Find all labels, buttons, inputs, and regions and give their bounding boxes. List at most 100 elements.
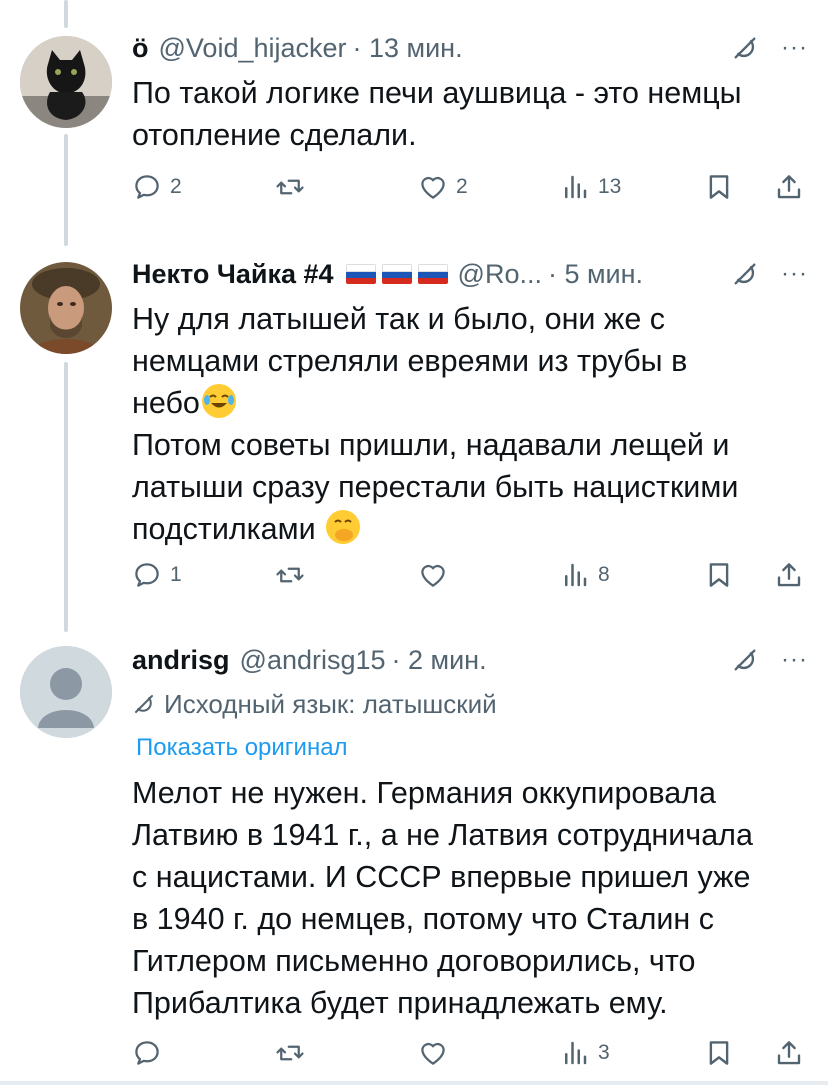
handle[interactable]: @Ro... [458,259,542,290]
tweet-header: Некто Чайка #4 @Ro... · 5 мин. ··· [132,256,808,292]
retweet-icon [275,1038,305,1068]
more-icon[interactable]: ··· [781,260,808,288]
translate-icon [132,692,156,716]
bookmark-icon [704,560,734,590]
tweet-text-line: латыши сразу перестали быть нацисткими [132,470,739,504]
grok-icon[interactable] [731,260,759,288]
face-with-tears-of-joy-icon [201,384,236,418]
thread-line-top [64,0,68,28]
share-icon [774,1038,804,1068]
display-name[interactable]: Некто Чайка #4 [132,259,334,290]
action-bar: 2 2 13 [132,172,808,206]
views-icon [560,1038,590,1068]
share-icon [774,560,804,590]
tweet[interactable]: ö @Void_hijacker · 13 мин. ··· По такой … [0,30,828,230]
avatar[interactable] [20,262,112,354]
view-count: 8 [598,563,610,586]
reply-icon [132,560,162,590]
translation-note-text: Исходный язык: латышский [164,688,497,719]
tweet-text-line: немцами стреляли евреями из трубы в [132,344,688,378]
tweet[interactable]: Некто Чайка #4 @Ro... · 5 мин. ··· Ну дл… [0,256,828,616]
tweet-text: Ну для латышей так и было, они же с немц… [132,298,808,550]
tweet-text-line: Прибалтика будет принадлежать ему. [132,986,668,1020]
more-icon[interactable]: ··· [781,34,808,62]
bookmark-button[interactable] [704,560,734,590]
more-icon[interactable]: ··· [781,646,808,674]
bottom-divider [0,1081,828,1085]
face-with-hand-over-mouth-icon [326,510,361,544]
russia-flag-icon [381,264,412,284]
like-button[interactable] [418,1038,456,1068]
avatar[interactable] [20,646,112,738]
handle[interactable]: @Void_hijacker [159,33,347,64]
reply-count: 2 [170,175,182,198]
display-name[interactable]: ö [132,33,149,64]
tweet-text-line: По такой логике печи аушвица - это немцы [132,76,742,110]
tweet-text-line: в 1940 г. до немцев, потому что Сталин с [132,902,715,936]
bookmark-icon [704,172,734,202]
like-icon [418,172,448,202]
share-button[interactable] [774,1038,804,1068]
tweet-text: По такой логике печи аушвица - это немцы… [132,72,808,156]
tweet-text-line: Латвию в 1941 г., а не Латвия сотруднича… [132,818,753,852]
grok-icon[interactable] [731,34,759,62]
tweet[interactable]: andrisg @andrisg15 · 2 мин. ··· Исходный… [0,642,828,1085]
grok-icon[interactable] [731,646,759,674]
cat-avatar-image [20,36,112,128]
bookmark-button[interactable] [704,172,734,202]
tweet-text-line: подстилками [132,512,316,546]
tweet-text: Мелот не нужен. Германия оккупировала Ла… [132,772,808,1024]
reply-button[interactable] [132,1038,170,1068]
share-icon [774,172,804,202]
like-icon [418,1038,448,1068]
like-icon [418,560,448,590]
tweet-text-line: Мелот не нужен. Германия оккупировала [132,776,716,810]
avatar[interactable] [20,36,112,128]
display-name[interactable]: andrisg [132,645,230,676]
views-icon [560,172,590,202]
tweet-text-line: Гитлером письменно договорились, что [132,944,696,978]
like-button[interactable] [418,560,456,590]
default-avatar-icon [20,646,112,738]
reply-button[interactable]: 1 [132,560,182,590]
like-button[interactable]: 2 [418,172,468,202]
share-button[interactable] [774,560,804,590]
portrait-avatar-image [20,262,112,354]
action-bar: 1 8 [132,560,808,594]
view-count: 13 [598,175,622,198]
retweet-button[interactable] [275,1038,313,1068]
tweet-text-line: отопление сделали. [132,118,417,152]
timestamp[interactable]: · 2 мин. [392,645,487,676]
views-button[interactable]: 8 [560,560,610,590]
tweet-text-line: Ну для латышей так и было, они же с [132,302,666,336]
russia-flag-icon [417,264,448,284]
timestamp[interactable]: · 13 мин. [353,33,463,64]
reply-icon [132,172,162,202]
bookmark-icon [704,1038,734,1068]
tweet-text-line: Потом советы пришли, надавали лещей и [132,428,730,462]
retweet-button[interactable] [275,172,313,202]
tweet-header: andrisg @andrisg15 · 2 мин. ··· [132,642,808,678]
views-button[interactable]: 13 [560,172,621,202]
timestamp[interactable]: · 5 мин. [548,259,643,290]
views-button[interactable]: 3 [560,1038,610,1068]
reply-count: 1 [170,563,182,586]
share-button[interactable] [774,172,804,202]
tweet-header: ö @Void_hijacker · 13 мин. ··· [132,30,808,66]
reply-icon [132,1038,162,1068]
retweet-icon [275,560,305,590]
flag-emojis [345,264,448,284]
show-original-link[interactable]: Показать оригинал [132,730,808,766]
like-count: 2 [456,175,468,198]
reply-button[interactable]: 2 [132,172,182,202]
action-bar: 3 [132,1038,808,1072]
tweet-text-line: небо [132,386,200,420]
translation-note: Исходный язык: латышский [132,684,808,724]
bookmark-button[interactable] [704,1038,734,1068]
handle[interactable]: @andrisg15 [240,645,386,676]
retweet-icon [275,172,305,202]
view-count: 3 [598,1041,610,1064]
retweet-button[interactable] [275,560,313,590]
russia-flag-icon [345,264,376,284]
views-icon [560,560,590,590]
